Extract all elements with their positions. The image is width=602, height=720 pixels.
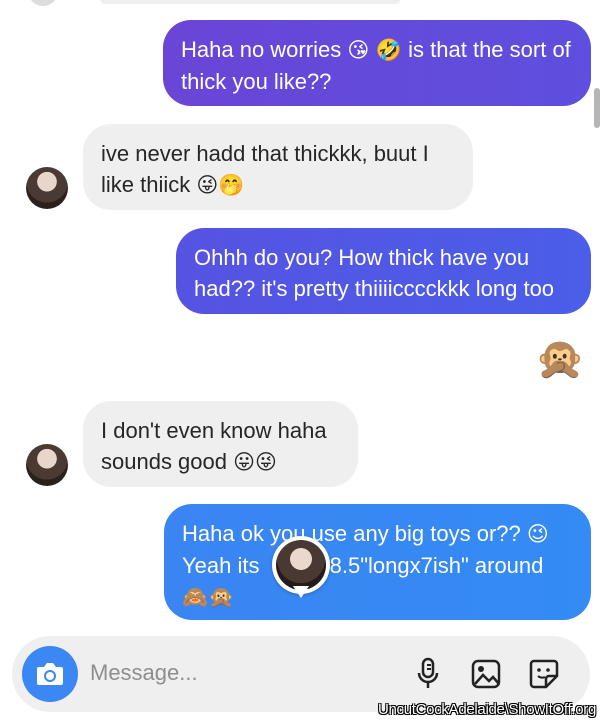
emoji-pair: 😛😜 [233,450,277,474]
message-text: Haha ok you use any big toys or?? [182,521,521,546]
monkey-emoji-pair: 🙈🙊 [182,585,235,609]
sticker-button[interactable] [526,656,562,692]
gallery-icon [471,659,501,689]
scrollbar[interactable] [594,88,600,128]
avatar[interactable] [26,444,68,486]
message-text: I don't even know haha sounds good [101,418,327,474]
microphone-icon [417,657,439,688]
pin-tip [293,586,309,598]
emoji-pair: 😘 🤣 [347,38,403,62]
message-incoming-1[interactable]: ive never hadd that thickkk, buut I like… [83,124,473,210]
message-incoming-2[interactable]: I don't even know haha sounds good 😛😜 [83,401,358,487]
watermark: UncutCockAdelaide\ShowItOff.org [377,701,596,718]
message-outgoing-2[interactable]: Ohhh do you? How thick have you had?? it… [176,228,591,314]
emoji-pair: 😜🤭 [196,173,245,197]
avatar[interactable] [26,167,68,209]
monkey-reaction-icon: 🙊 [535,335,585,382]
message-text: ive never hadd that thickkk, buut I like… [101,141,429,197]
avatar [276,540,326,590]
microphone-button[interactable] [410,656,446,692]
camera-icon [37,663,63,685]
camera-button[interactable] [22,646,78,702]
message-text: Haha no worries [181,37,342,62]
top-partial-avatar [28,0,58,6]
gallery-button[interactable] [468,656,504,692]
avatar-pin[interactable] [272,536,330,598]
sticker-icon [529,659,559,689]
message-text-cont: 8.5"longx7ish" around [329,553,544,578]
top-partial-bubble [100,0,400,4]
message-text-cont: Yeah its [182,553,260,578]
wink-emoji: 😉 [526,522,549,546]
message-outgoing-1[interactable]: Haha no worries 😘 🤣 is that the sort of … [163,20,591,106]
message-text: Ohhh do you? How thick have you had?? it… [194,245,555,301]
message-outgoing-3[interactable]: Haha ok you use any big toys or?? 😉 Yeah… [164,504,591,620]
message-input[interactable]: Message... [90,660,198,686]
